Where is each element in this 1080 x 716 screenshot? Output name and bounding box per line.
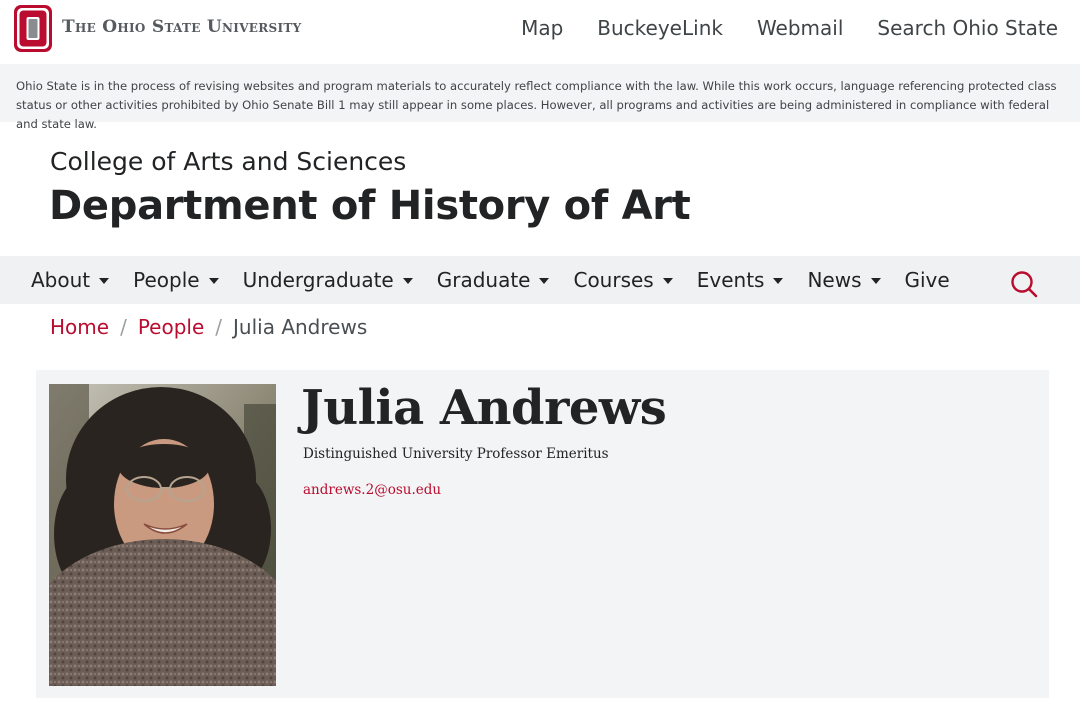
department-title[interactable]: Department of History of Art (49, 183, 691, 229)
caret-down-icon (870, 278, 881, 284)
caret-down-icon (99, 278, 110, 284)
search-icon[interactable] (1010, 270, 1038, 298)
webmail-link[interactable]: Webmail (757, 16, 843, 40)
caret-down-icon (773, 278, 784, 284)
profile-name: Julia Andrews (301, 380, 667, 436)
nav-item-label: Give (904, 268, 950, 292)
compliance-notice: Ohio State is in the process of revising… (0, 64, 1080, 131)
nav-item-courses[interactable]: Courses (573, 268, 673, 292)
breadcrumb-separator: / (215, 315, 223, 339)
nav-item-label: Courses (573, 268, 654, 292)
buckeyelink-link[interactable]: BuckeyeLink (597, 16, 723, 40)
nav-item-people[interactable]: People (133, 268, 219, 292)
profile-title: Distinguished University Professor Emeri… (303, 446, 609, 462)
search-ohio-state-link[interactable]: Search Ohio State (877, 16, 1058, 40)
college-name[interactable]: College of Arts and Sciences (50, 147, 406, 176)
nav-item-label: News (807, 268, 862, 292)
nav-item-label: Events (696, 268, 765, 292)
breadcrumb: Home / People / Julia Andrews (50, 315, 367, 339)
nav-item-about[interactable]: About (31, 268, 110, 292)
map-link[interactable]: Map (521, 16, 563, 40)
profile-photo (49, 384, 276, 686)
breadcrumb-separator: / (120, 315, 127, 339)
profile-email-link[interactable]: andrews.2@osu.edu (303, 482, 441, 498)
caret-down-icon (539, 278, 550, 284)
block-o-icon[interactable] (14, 5, 52, 52)
nav-item-label: About (31, 268, 91, 292)
nav-items: About People Undergraduate Graduate Cour… (31, 268, 974, 292)
breadcrumb-people-link[interactable]: People (138, 315, 204, 339)
breadcrumb-current: Julia Andrews (233, 315, 368, 339)
breadcrumb-home-link[interactable]: Home (50, 315, 109, 339)
university-wordmark[interactable]: The Ohio State University (62, 17, 302, 37)
caret-down-icon (662, 278, 673, 284)
caret-down-icon (402, 278, 413, 284)
caret-down-icon (208, 278, 219, 284)
nav-item-give[interactable]: Give (905, 268, 950, 292)
nav-item-label: Undergraduate (242, 268, 394, 292)
nav-item-news[interactable]: News (807, 268, 881, 292)
nav-item-undergraduate[interactable]: Undergraduate (243, 268, 413, 292)
nav-item-label: People (133, 268, 200, 292)
nav-item-events[interactable]: Events (697, 268, 784, 292)
main-nav: About People Undergraduate Graduate Cour… (0, 256, 1080, 304)
university-links: Map BuckeyeLink Webmail Search Ohio Stat… (521, 16, 1058, 40)
university-topbar: The Ohio State University Map BuckeyeLin… (0, 0, 1080, 64)
nav-item-label: Graduate (436, 268, 531, 292)
nav-item-graduate[interactable]: Graduate (437, 268, 550, 292)
